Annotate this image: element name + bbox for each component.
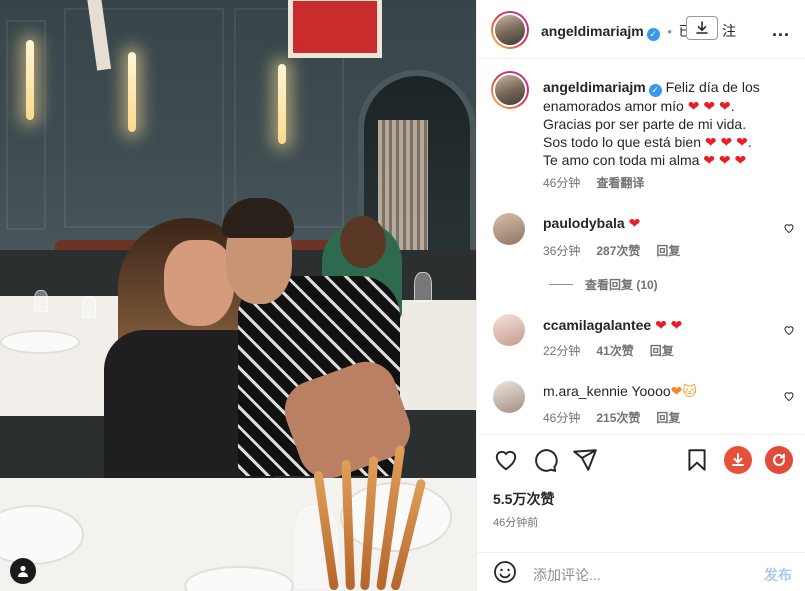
download-icon[interactable]: [724, 446, 752, 474]
comment-avatar[interactable]: [493, 381, 525, 413]
author-avatar[interactable]: [491, 11, 529, 49]
comment-meta: 22分钟 41次赞 回复: [543, 342, 674, 359]
wall-lamp: [128, 52, 136, 132]
likes-count[interactable]: 5.5万次赞: [493, 489, 554, 509]
comment-meta: 36分钟 287次赞 回复: [543, 242, 680, 259]
comment-likes[interactable]: 287次赞: [596, 242, 640, 259]
caption-meta: 46分钟 查看翻译: [543, 174, 644, 191]
red-heart-emoji: ❤ ❤: [655, 317, 683, 333]
view-replies-label[interactable]: 查看回复 (10): [585, 276, 658, 293]
instagram-post-modal: angeldimariajm✓ • 已 注 ... angeldimariajm…: [0, 0, 805, 591]
emoji-icon[interactable]: [493, 560, 517, 587]
caption-author-avatar[interactable]: [491, 71, 529, 109]
caption-line1: Feliz día de los: [665, 79, 760, 95]
verified-icon: ✓: [646, 28, 660, 41]
wall-panel: [64, 8, 224, 228]
orange-heart-emoji: ❤: [670, 383, 683, 399]
comment-row: ccamilagalantee ❤ ❤: [543, 317, 682, 334]
author-username[interactable]: angeldimariajm: [541, 23, 644, 39]
view-replies[interactable]: 查看回复 (10): [549, 276, 658, 293]
comment-avatar[interactable]: [493, 213, 525, 245]
comment-input[interactable]: 添加评论...: [533, 565, 601, 585]
comment-username[interactable]: m.ara_kennie: [543, 383, 628, 399]
comment-meta: 46分钟 215次赞 回复: [543, 409, 680, 426]
comment-time: 36分钟: [543, 244, 581, 258]
background-guest-head: [340, 216, 386, 268]
caption-line2: enamorados amor mío: [543, 98, 684, 114]
comment-username[interactable]: paulodybala: [543, 215, 625, 231]
comment-icon[interactable]: [532, 447, 558, 473]
caption-time: 46分钟: [543, 176, 581, 190]
post-comment-button[interactable]: 发布: [764, 565, 792, 585]
download-icon: [696, 21, 708, 34]
add-comment-bar: 添加评论... 发布: [477, 552, 805, 591]
heart-icon[interactable]: [493, 447, 519, 473]
comment-row: m.ara_kennie Yoooo❤🐱: [543, 383, 697, 400]
heart-eyes-cat-emoji: 🐱: [682, 383, 698, 399]
comment-likes[interactable]: 215次赞: [596, 409, 640, 426]
caption-line3: Gracias por ser parte de mi vida.: [543, 116, 747, 132]
comment-time: 22分钟: [543, 344, 581, 358]
reply-button[interactable]: 回复: [650, 342, 674, 359]
share-icon[interactable]: [572, 447, 598, 473]
download-badge[interactable]: [686, 16, 718, 40]
post-caption: angeldimariajm ✓ Feliz día de los enamora…: [543, 79, 760, 168]
comment-likes[interactable]: 41次赞: [596, 342, 633, 359]
caption-username[interactable]: angeldimariajm: [543, 79, 646, 95]
see-translation-link[interactable]: 查看翻译: [596, 174, 644, 191]
follow-status-partial2[interactable]: 注: [722, 23, 736, 39]
comment-text: Yoooo: [631, 383, 671, 399]
red-heart-emoji: ❤ ❤ ❤: [683, 98, 731, 114]
reply-button[interactable]: 回复: [656, 409, 680, 426]
red-heart-emoji: ❤ ❤ ❤: [699, 152, 747, 168]
verified-icon: ✓: [648, 84, 662, 97]
comment-heart-icon[interactable]: [783, 222, 795, 234]
person-tag-icon[interactable]: [10, 558, 36, 584]
woman-face: [164, 240, 234, 326]
more-icon[interactable]: ...: [772, 20, 790, 41]
posted-time: 46分钟前: [493, 517, 539, 529]
comment-heart-icon[interactable]: [783, 324, 795, 336]
refresh-icon[interactable]: [765, 446, 793, 474]
post-photo[interactable]: [0, 0, 476, 591]
comment-row: paulodybala ❤: [543, 215, 640, 232]
wine-glass: [82, 296, 96, 318]
wine-glass: [414, 272, 432, 302]
red-heart-emoji: ❤ ❤ ❤: [701, 134, 748, 150]
comment-username[interactable]: ccamilagalantee: [543, 317, 651, 333]
wine-glass: [34, 290, 48, 312]
plate: [0, 330, 80, 354]
comment-heart-icon[interactable]: [783, 390, 795, 402]
hanging-playing-card: [288, 0, 382, 58]
red-heart-emoji: ❤: [628, 215, 641, 231]
caption-line4: Sos todo lo que está bien: [543, 134, 702, 150]
wall-lamp: [26, 40, 34, 120]
post-header: angeldimariajm✓ • 已 注 ...: [477, 0, 805, 59]
header-dot: •: [667, 24, 672, 39]
comment-avatar[interactable]: [493, 314, 525, 346]
post-details-panel: angeldimariajm✓ • 已 注 ... angeldimariajm…: [476, 0, 805, 591]
bookmark-icon[interactable]: [684, 447, 710, 473]
reply-button[interactable]: 回复: [656, 242, 680, 259]
comment-time: 46分钟: [543, 411, 581, 425]
right-table: [390, 300, 476, 410]
wall-lamp: [278, 64, 286, 144]
caption-line5: Te amo con toda mi alma: [543, 152, 700, 168]
action-bar: [477, 434, 805, 484]
